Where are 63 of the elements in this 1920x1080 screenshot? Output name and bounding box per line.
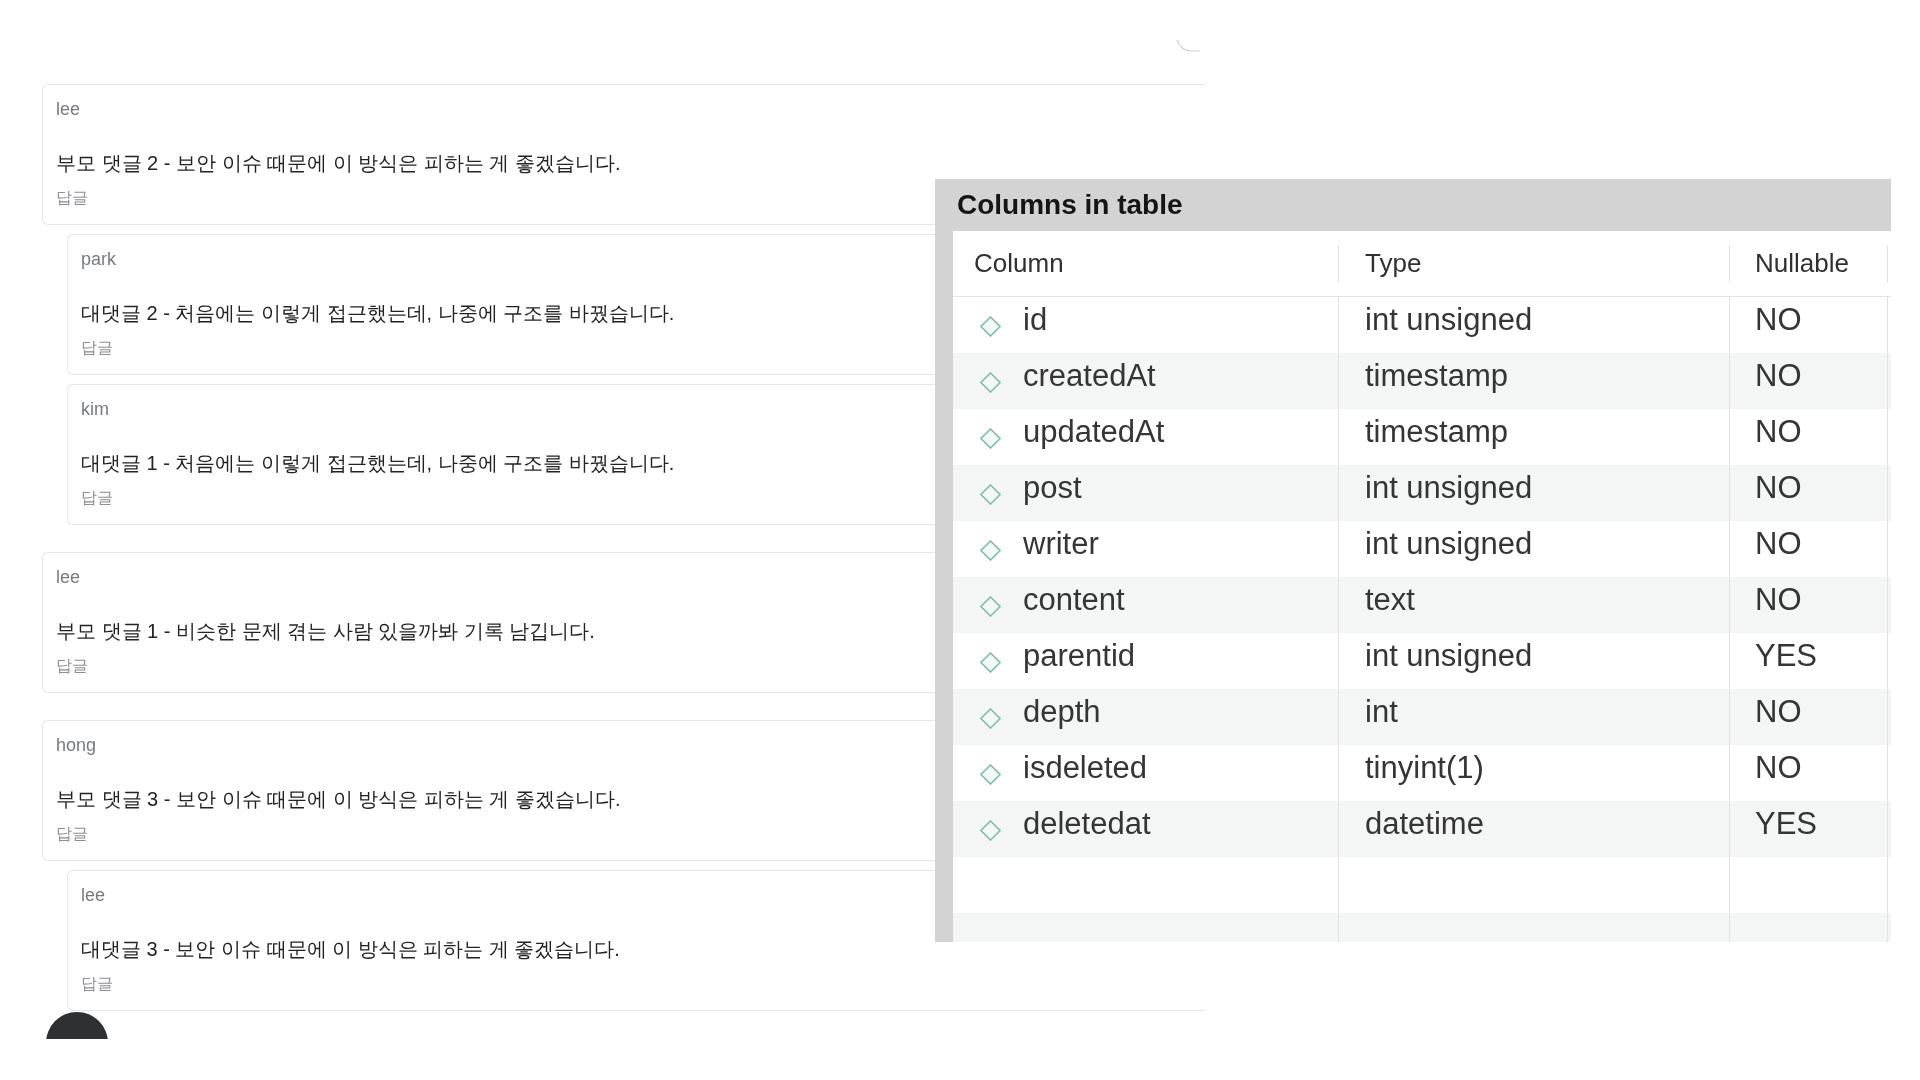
column-type: tinyint(1) — [1365, 750, 1484, 786]
nullable-value: NO — [1755, 358, 1802, 394]
nullable-value: NO — [1755, 414, 1802, 450]
diamond-icon — [980, 764, 1001, 785]
comment-text: 부모 댓글 2 - 보안 이슈 때문에 이 방식은 피하는 게 좋겠습니다. — [56, 151, 621, 176]
column-name: updatedAt — [1023, 414, 1165, 450]
column-name: post — [1023, 470, 1082, 506]
column-name: deletedat — [1023, 806, 1151, 842]
column-name: id — [1023, 302, 1048, 338]
comment-author: lee — [56, 98, 81, 121]
panel-title: Columns in table — [957, 189, 1183, 221]
column-type: text — [1365, 582, 1415, 618]
diamond-icon — [980, 540, 1001, 561]
diamond-icon — [980, 708, 1001, 729]
column-name: depth — [1023, 694, 1101, 730]
table-row[interactable]: deletedat datetime YES — [953, 801, 1891, 857]
diamond-icon — [980, 372, 1001, 393]
table-row[interactable]: content text NO — [953, 577, 1891, 633]
comment-author: kim — [81, 398, 109, 421]
column-type: int unsigned — [1365, 470, 1533, 506]
column-name: parentid — [1023, 638, 1136, 674]
comment-text: 대댓글 3 - 보안 이슈 때문에 이 방식은 피하는 게 좋겠습니다. — [81, 937, 620, 962]
column-type: timestamp — [1365, 358, 1508, 394]
nullable-value: NO — [1755, 470, 1802, 506]
nullable-value: NO — [1755, 526, 1802, 562]
comment-author: lee — [56, 566, 81, 589]
diamond-icon — [980, 316, 1001, 337]
avatar-icon[interactable] — [46, 1012, 108, 1039]
diamond-icon — [980, 652, 1001, 673]
column-name: content — [1023, 582, 1125, 618]
comment-author: lee — [81, 884, 106, 907]
diamond-icon — [980, 484, 1001, 505]
table-row[interactable]: createdAt timestamp NO — [953, 353, 1891, 409]
nullable-value: NO — [1755, 750, 1802, 786]
column-header[interactable]: Type — [1365, 248, 1422, 279]
nullable-value: NO — [1755, 302, 1802, 338]
corner-arc-icon — [1176, 40, 1200, 52]
column-type: timestamp — [1365, 414, 1508, 450]
column-type: int unsigned — [1365, 302, 1533, 338]
diamond-icon — [980, 428, 1001, 449]
comment-author: park — [81, 248, 116, 271]
column-header[interactable]: Nullable — [1755, 248, 1849, 279]
comment-author: hong — [56, 734, 97, 757]
column-name: createdAt — [1023, 358, 1156, 394]
diamond-icon — [980, 820, 1001, 841]
nullable-value: NO — [1755, 694, 1802, 730]
nullable-value: YES — [1755, 638, 1818, 674]
comment-text: 부모 댓글 3 - 보안 이슈 때문에 이 방식은 피하는 게 좋겠습니다. — [56, 787, 621, 812]
table-row[interactable]: post int unsigned NO — [953, 465, 1891, 521]
column-type: int — [1365, 694, 1398, 730]
nullable-value: YES — [1755, 806, 1818, 842]
comment-text: 대댓글 1 - 처음에는 이렇게 접근했는데, 나중에 구조를 바꿨습니다. — [81, 451, 675, 476]
diamond-icon — [980, 596, 1001, 617]
column-type: int unsigned — [1365, 638, 1533, 674]
table-row[interactable]: depth int NO — [953, 689, 1891, 745]
nullable-value: NO — [1755, 582, 1802, 618]
column-type: datetime — [1365, 806, 1484, 842]
comment-text: 부모 댓글 1 - 비슷한 문제 겪는 사람 있을까봐 기록 남깁니다. — [56, 619, 595, 644]
column-header[interactable]: Column — [974, 248, 1064, 279]
column-type: int unsigned — [1365, 526, 1533, 562]
column-name: writer — [1023, 526, 1099, 562]
column-name: isdeleted — [1023, 750, 1148, 786]
comment-text: 대댓글 2 - 처음에는 이렇게 접근했는데, 나중에 구조를 바꿨습니다. — [81, 301, 675, 326]
